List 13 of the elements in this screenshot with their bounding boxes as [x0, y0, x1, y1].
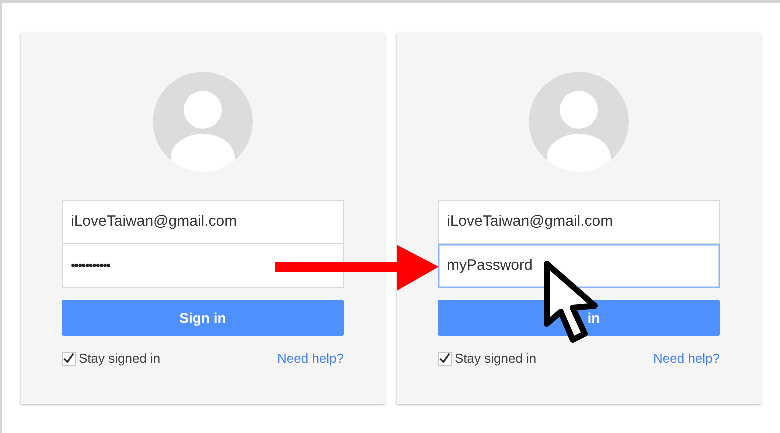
need-help-link[interactable]: Need help?	[278, 349, 344, 368]
avatar-icon	[529, 72, 629, 172]
password-field[interactable]: •••••••••••	[62, 244, 344, 288]
checkbox[interactable]	[438, 352, 452, 366]
stay-signed-in-label: Stay signed in	[455, 350, 537, 368]
arrow-icon	[275, 245, 439, 291]
checkbox[interactable]	[62, 352, 76, 366]
email-field[interactable]: iLoveTaiwan@gmail.com	[62, 200, 344, 244]
need-help-link[interactable]: Need help?	[654, 349, 720, 368]
password-field[interactable]: myPassword	[438, 244, 720, 288]
email-field[interactable]: iLoveTaiwan@gmail.com	[438, 200, 720, 244]
avatar-icon	[153, 72, 253, 172]
stay-signed-in-label: Stay signed in	[79, 350, 161, 368]
